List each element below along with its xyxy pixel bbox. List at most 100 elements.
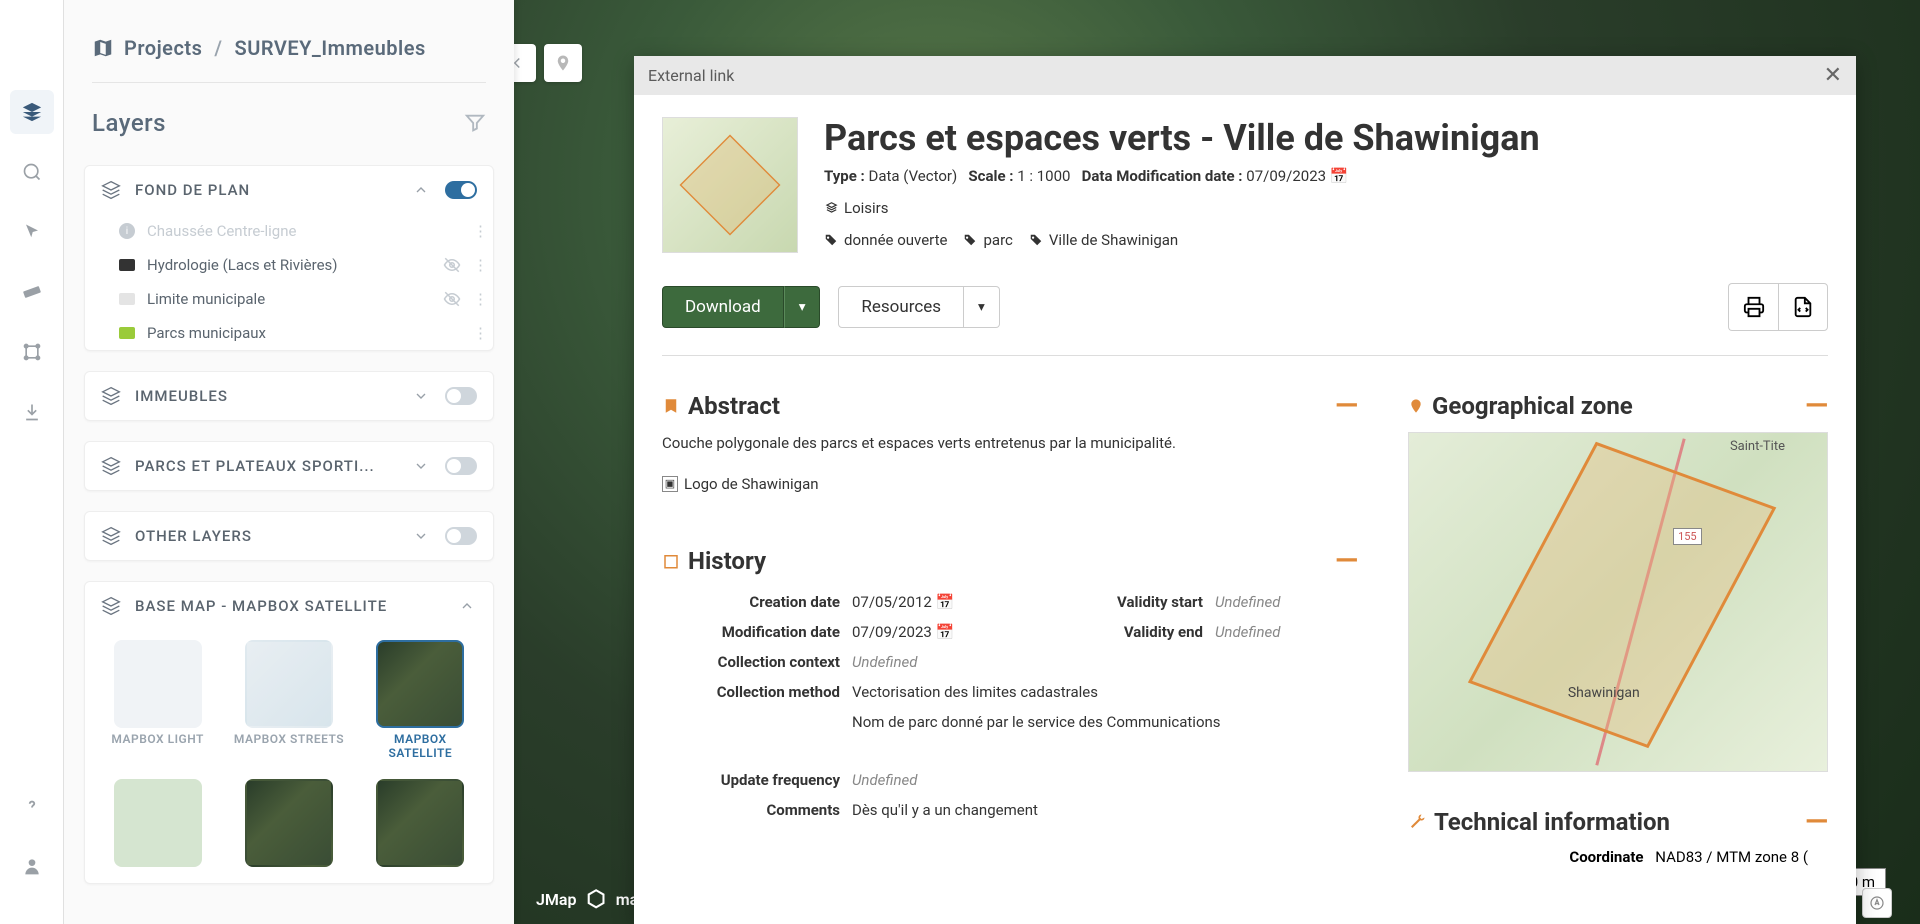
broken-image-icon: ▣ — [662, 476, 678, 492]
more-icon[interactable]: ⋮ — [473, 256, 477, 274]
basemap-thumb — [376, 640, 464, 728]
abstract-section-head: Abstract — — [662, 392, 1358, 420]
layer-group-fond: FOND DE PLAN i Chaussée Centre-ligne ⋮ H… — [84, 165, 494, 351]
layers-icon — [101, 180, 121, 200]
basemap-option-light[interactable]: MAPBOX LIGHT — [101, 640, 214, 761]
layers-icon — [101, 456, 121, 476]
layers-icon — [101, 386, 121, 406]
tag-item: Ville de Shawinigan — [1029, 231, 1178, 249]
coord-row: Coordinate NAD83 / MTM zone 8 ( — [1408, 848, 1828, 866]
resources-button-group: Resources ▾ — [838, 286, 999, 328]
layers-title: Layers — [92, 109, 166, 137]
basemap-option-satellite[interactable]: MAPBOX SATELLITE — [364, 640, 477, 761]
download-button-group: Download ▾ — [662, 286, 820, 328]
layer-row[interactable]: Limite municipale ⋮ — [85, 282, 493, 316]
map-label: Shawinigan — [1568, 685, 1640, 701]
left-toolbar — [0, 0, 64, 924]
record-title: Parcs et espaces verts - Ville de Shawin… — [824, 117, 1828, 159]
polygon-tool[interactable] — [10, 330, 54, 374]
chevron-up-icon — [413, 182, 431, 198]
jmap-logo: JMap — [536, 890, 577, 909]
group-toggle[interactable] — [445, 387, 477, 405]
layer-swatch — [119, 327, 135, 339]
map-label: Saint-Tite — [1730, 439, 1785, 454]
resources-caret[interactable]: ▾ — [964, 286, 1000, 328]
group-toggle[interactable] — [445, 527, 477, 545]
record-thumbnail — [662, 117, 798, 253]
layer-row[interactable]: Parcs municipaux ⋮ — [85, 316, 493, 350]
modal-title: External link — [648, 66, 734, 85]
annotation-button[interactable] — [1862, 888, 1892, 918]
layer-swatch — [119, 259, 135, 271]
filter-icon[interactable] — [464, 112, 486, 134]
chevron-down-icon — [413, 528, 431, 544]
eye-off-icon[interactable] — [443, 290, 461, 308]
layer-group-immeubles: IMMEUBLES — [84, 371, 494, 421]
chevron-up-icon — [459, 598, 477, 614]
basemap-thumb — [245, 640, 333, 728]
collapse-icon[interactable]: — — [1335, 397, 1358, 415]
more-icon[interactable]: ⋮ — [473, 290, 477, 308]
help-tool[interactable] — [10, 784, 54, 828]
bookmark-icon — [662, 397, 680, 415]
basemap-option[interactable] — [364, 779, 477, 867]
xml-button[interactable] — [1778, 283, 1828, 331]
tag-item: parc — [963, 231, 1012, 249]
layers-icon — [101, 526, 121, 546]
category-tag: Loisirs — [824, 199, 889, 217]
layer-group-parcs: PARCS ET PLATEAUX SPORTI... — [84, 441, 494, 491]
close-icon[interactable]: ✕ — [1824, 67, 1842, 85]
layers-panel: Projects / SURVEY_Immeubles Layers FOND … — [64, 0, 514, 924]
breadcrumb[interactable]: Projects / SURVEY_Immeubles — [64, 0, 514, 68]
breadcrumb-root: Projects — [124, 36, 202, 60]
more-icon[interactable]: ⋮ — [473, 222, 477, 240]
chevron-down-icon — [413, 458, 431, 474]
layers-icon — [101, 596, 121, 616]
group-header[interactable]: PARCS ET PLATEAUX SPORTI... — [85, 442, 493, 490]
tag-item: donnée ouverte — [824, 231, 947, 249]
layer-swatch — [119, 293, 135, 305]
cursor-tool[interactable] — [10, 210, 54, 254]
layer-row[interactable]: i Chaussée Centre-ligne ⋮ — [85, 214, 493, 248]
collapse-icon[interactable]: — — [1335, 552, 1358, 570]
basemap-section: BASE MAP - MAPBOX SATELLITE MAPBOX LIGHT… — [84, 581, 494, 884]
geo-zone-map[interactable]: 155 Saint-Tite Shawinigan — [1408, 432, 1828, 772]
layers-tool[interactable] — [10, 90, 54, 134]
more-icon[interactable]: ⋮ — [473, 324, 477, 342]
group-header[interactable]: IMMEUBLES — [85, 372, 493, 420]
route-shield: 155 — [1673, 528, 1702, 545]
download-button[interactable]: Download — [662, 286, 784, 328]
calendar-icon — [662, 552, 680, 570]
eye-off-icon[interactable] — [443, 256, 461, 274]
layer-row[interactable]: Hydrologie (Lacs et Rivières) ⋮ — [85, 248, 493, 282]
abstract-text: Couche polygonale des parcs et espaces v… — [662, 432, 1358, 455]
search-tool[interactable] — [10, 150, 54, 194]
basemap-option-streets[interactable]: MAPBOX STREETS — [232, 640, 345, 761]
resources-button[interactable]: Resources — [838, 286, 964, 328]
chevron-down-icon — [413, 388, 431, 404]
basemap-option[interactable] — [101, 779, 214, 867]
tech-section-head: Technical information — — [1408, 808, 1828, 836]
group-header[interactable]: OTHER LAYERS — [85, 512, 493, 560]
layer-group-other: OTHER LAYERS — [84, 511, 494, 561]
external-link-modal: External link ✕ Parcs et espaces verts -… — [634, 56, 1856, 924]
collapse-icon[interactable]: — — [1805, 813, 1828, 831]
modal-header: External link ✕ — [634, 56, 1856, 95]
breadcrumb-project: SURVEY_Immeubles — [234, 36, 425, 60]
geo-section-head: Geographical zone — — [1408, 392, 1828, 420]
group-toggle[interactable] — [445, 457, 477, 475]
print-button[interactable] — [1728, 283, 1778, 331]
download-caret[interactable]: ▾ — [784, 286, 821, 328]
basemap-option[interactable] — [232, 779, 345, 867]
locate-button[interactable] — [544, 44, 582, 82]
measure-tool[interactable] — [10, 270, 54, 314]
group-header[interactable]: FOND DE PLAN — [85, 166, 493, 214]
group-header[interactable]: BASE MAP - MAPBOX SATELLITE — [85, 582, 493, 630]
group-toggle[interactable] — [445, 181, 477, 199]
download-tool[interactable] — [10, 390, 54, 434]
wrench-icon — [1408, 813, 1426, 831]
user-tool[interactable] — [10, 844, 54, 888]
collapse-icon[interactable]: — — [1805, 397, 1828, 415]
map-icon — [92, 37, 114, 59]
back-button[interactable] — [514, 44, 536, 82]
